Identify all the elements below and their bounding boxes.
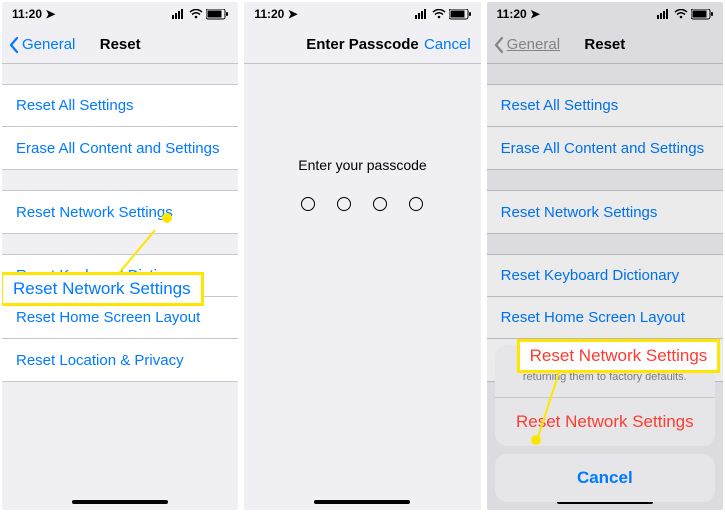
- callout-dot: [531, 435, 541, 445]
- signal-icon: [415, 9, 429, 19]
- page-title: Reset: [584, 36, 625, 53]
- passcode-dot: [409, 197, 423, 211]
- chevron-left-icon: [493, 36, 505, 54]
- callout-dot: [162, 213, 172, 223]
- passcode-dots[interactable]: [301, 197, 423, 211]
- home-indicator[interactable]: [72, 500, 168, 504]
- wifi-icon: [674, 9, 688, 19]
- battery-icon: [449, 9, 471, 20]
- status-time: 11:20 ➤: [12, 7, 55, 21]
- group-2: Reset Network Settings: [487, 190, 723, 234]
- signal-icon: [657, 9, 671, 19]
- wifi-icon: [432, 9, 446, 19]
- page-title: Enter Passcode: [306, 36, 419, 53]
- chevron-left-icon: [8, 36, 20, 54]
- screen-reset-confirm: 11:20 ➤ General Reset Reset All Settings…: [487, 2, 723, 510]
- back-button: General: [493, 36, 560, 54]
- row-reset-home-screen-layout: Reset Home Screen Layout: [487, 297, 723, 339]
- group-1: Reset All Settings Erase All Content and…: [2, 84, 238, 170]
- home-indicator[interactable]: [314, 500, 410, 504]
- status-icons: [415, 9, 471, 20]
- status-bar: 11:20 ➤: [244, 2, 480, 26]
- passcode-area: Enter your passcode: [244, 114, 480, 254]
- action-reset-network-settings[interactable]: Reset Network Settings: [495, 398, 715, 446]
- row-reset-all-settings[interactable]: Reset All Settings: [2, 85, 238, 127]
- passcode-dot: [301, 197, 315, 211]
- row-reset-location-privacy[interactable]: Reset Location & Privacy: [2, 339, 238, 381]
- battery-icon: [206, 9, 228, 20]
- status-icons: [172, 9, 228, 20]
- screen-enter-passcode: 11:20 ➤ Enter Passcode Cancel Enter your…: [244, 2, 480, 510]
- action-cancel[interactable]: Cancel: [495, 454, 715, 502]
- content: Enter your passcode: [244, 64, 480, 510]
- group-1: Reset All Settings Erase All Content and…: [487, 84, 723, 170]
- passcode-prompt: Enter your passcode: [298, 157, 426, 173]
- wifi-icon: [189, 9, 203, 19]
- cancel-button[interactable]: Cancel: [424, 36, 471, 53]
- status-bar: 11:20 ➤: [487, 2, 723, 26]
- nav-bar: Enter Passcode Cancel: [244, 26, 480, 64]
- row-reset-all-settings: Reset All Settings: [487, 85, 723, 127]
- callout-reset-network-settings: Reset Network Settings: [517, 339, 721, 373]
- page-title: Reset: [100, 36, 141, 53]
- group-2: Reset Network Settings: [2, 190, 238, 234]
- status-bar: 11:20 ➤: [2, 2, 238, 26]
- row-reset-keyboard-dictionary: Reset Keyboard Dictionary: [487, 255, 723, 297]
- status-time: 11:20 ➤: [497, 7, 540, 21]
- signal-icon: [172, 9, 186, 19]
- content: Reset All Settings Erase All Content and…: [487, 64, 723, 510]
- callout-reset-network-settings: Reset Network Settings: [2, 272, 204, 306]
- nav-bar: General Reset: [487, 26, 723, 64]
- row-reset-network-settings[interactable]: Reset Network Settings: [2, 191, 238, 233]
- row-erase-all-content[interactable]: Erase All Content and Settings: [2, 127, 238, 169]
- row-reset-network-settings: Reset Network Settings: [487, 191, 723, 233]
- passcode-dot: [373, 197, 387, 211]
- back-label: General: [22, 36, 75, 53]
- status-icons: [657, 9, 713, 20]
- back-button[interactable]: General: [8, 36, 75, 54]
- passcode-dot: [337, 197, 351, 211]
- screen-reset-settings: 11:20 ➤ General Reset Reset All Settings…: [2, 2, 238, 510]
- status-time: 11:20 ➤: [254, 7, 297, 21]
- battery-icon: [691, 9, 713, 20]
- row-erase-all-content: Erase All Content and Settings: [487, 127, 723, 169]
- back-label: General: [507, 36, 560, 53]
- nav-bar: General Reset: [2, 26, 238, 64]
